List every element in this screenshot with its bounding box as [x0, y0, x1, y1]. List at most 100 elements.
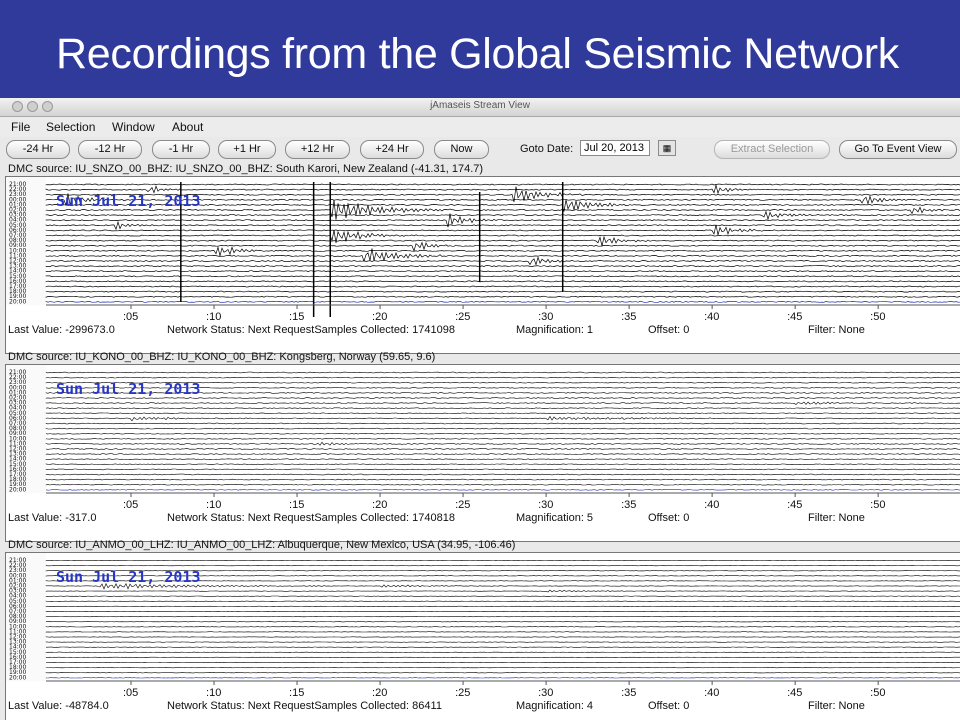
trace-line [45, 478, 960, 481]
status-bar: Last Value: -48784.0 Network Status: Nex… [0, 700, 960, 716]
trace-line [45, 285, 960, 288]
minute-tick-label: :15 [289, 687, 304, 699]
trace-line [45, 290, 960, 293]
window-titlebar: jAmaseis Stream View [0, 98, 960, 117]
status-bar: Last Value: -299673.0 Network Status: Ne… [0, 324, 960, 340]
seismogram-panel-snzo: DMC source: IU_SNZO_00_BHZ: IU_SNZO_00_B… [0, 163, 960, 354]
minute-tick-label: :05 [123, 311, 138, 323]
plot-date-label: Sun Jul 21, 2013 [56, 380, 201, 398]
minute-tick-label: :20 [372, 499, 387, 511]
minute-tick-label: :25 [455, 499, 470, 511]
last-value-status: Last Value: -299673.0 [8, 324, 115, 336]
minute-tick-label: :15 [289, 311, 304, 323]
minute-tick-label: :05 [123, 499, 138, 511]
trace-line [45, 489, 960, 491]
menu-selection[interactable]: Selection [46, 120, 95, 134]
plus-24-hr-button[interactable]: +24 Hr [360, 140, 424, 159]
minute-tick-label: :35 [621, 311, 636, 323]
network-status: Network Status: Next RequestSamples Coll… [167, 700, 442, 712]
filter-status: Filter: None [808, 512, 865, 524]
trace-line [45, 210, 960, 221]
trace-line [45, 401, 960, 405]
trace-line [45, 224, 960, 236]
minute-tick-label: :35 [621, 687, 636, 699]
trace-line [45, 412, 960, 415]
minute-tick-label: :40 [704, 499, 719, 511]
hour-tick-label: 20:00 [9, 486, 26, 493]
trace-line [45, 463, 960, 466]
minute-tick-label: :30 [538, 687, 553, 699]
trace-line [45, 248, 960, 263]
minus-24-hr-button[interactable]: -24 Hr [6, 140, 70, 159]
network-status: Network Status: Next RequestSamples Coll… [167, 512, 455, 524]
trace-line [45, 415, 960, 422]
minute-tick-label: :05 [123, 687, 138, 699]
trace-line [45, 427, 960, 430]
trace-line [45, 589, 960, 593]
hour-tick-label: 20:00 [9, 674, 26, 681]
trace-line [45, 376, 960, 379]
magnification-status: Magnification: 1 [516, 324, 594, 336]
hour-tick-label: 20:00 [9, 298, 26, 305]
helicorder-plot[interactable]: 21:00 22:00 23:00 00:00 01:00 02:00 03:00 04:00… [5, 552, 960, 720]
minute-tick-label: :30 [538, 499, 553, 511]
slide-title: Recordings from the Global Seismic Netwo… [56, 30, 899, 78]
trace-line [45, 473, 960, 476]
trace-line [45, 483, 960, 486]
offset-status: Offset: 0 [648, 324, 690, 336]
trace-line [45, 241, 960, 253]
minus-12-hr-button[interactable]: -12 Hr [78, 140, 142, 159]
minute-tick-label: :15 [289, 499, 304, 511]
trace-line [45, 448, 960, 450]
minute-tick-label: :50 [870, 687, 885, 699]
panel-source-header: DMC source: IU_SNZO_00_BHZ: IU_SNZO_00_B… [8, 163, 484, 175]
minute-tick-label: :30 [538, 311, 553, 323]
extract-selection-button[interactable]: Extract Selection [714, 140, 830, 159]
trace-line [45, 458, 960, 460]
trace-line [45, 295, 960, 298]
stream-view-window: jAmaseis Stream View File Selection Wind… [0, 98, 960, 720]
network-status: Network Status: Next RequestSamples Coll… [167, 324, 455, 336]
goto-date-input[interactable] [580, 140, 650, 156]
trace-line [45, 183, 960, 186]
panel-source-header: DMC source: IU_KONO_00_BHZ: IU_KONO_00_B… [8, 351, 436, 363]
last-value-status: Last Value: -48784.0 [8, 700, 109, 712]
minute-tick-label: :35 [621, 499, 636, 511]
trace-line [45, 280, 960, 283]
trace-line [45, 407, 960, 409]
menu-window[interactable]: Window [112, 120, 155, 134]
trace-line [45, 453, 960, 455]
plus-12-hr-button[interactable]: +12 Hr [285, 140, 350, 159]
minus-1-hr-button[interactable]: -1 Hr [152, 140, 210, 159]
minute-tick-label: :25 [455, 687, 470, 699]
trace-line [45, 235, 960, 247]
minute-tick-label: :50 [870, 499, 885, 511]
minute-tick-label: :45 [787, 311, 802, 323]
trace-line [45, 422, 960, 425]
minute-tick-label: :25 [455, 311, 470, 323]
magnification-status: Magnification: 4 [516, 700, 594, 712]
plot-date-label: Sun Jul 21, 2013 [56, 192, 201, 210]
window-title: jAmaseis Stream View [430, 100, 530, 111]
go-to-event-view-button[interactable]: Go To Event View [839, 140, 957, 159]
trace-line [45, 432, 960, 435]
menu-file[interactable]: File [11, 120, 30, 134]
trace-line [45, 270, 960, 273]
toolbar: -24 Hr -12 Hr -1 Hr +1 Hr +12 Hr +24 Hr … [0, 138, 960, 162]
seismogram-panel-anmo: DMC source: IU_ANMO_00_LHZ: IU_ANMO_00_L… [0, 539, 960, 720]
plus-1-hr-button[interactable]: +1 Hr [218, 140, 276, 159]
trace-line [45, 265, 960, 267]
minute-tick-label: :40 [704, 687, 719, 699]
minute-tick-label: :40 [704, 311, 719, 323]
now-button[interactable]: Now [434, 140, 489, 159]
minute-tick-label: :50 [870, 311, 885, 323]
minute-tick-label: :10 [206, 311, 221, 323]
minute-tick-label: :10 [206, 687, 221, 699]
offset-status: Offset: 0 [648, 512, 690, 524]
filter-status: Filter: None [808, 700, 865, 712]
calendar-icon[interactable]: ▦ [658, 140, 676, 156]
trace-line [45, 441, 960, 446]
trace-line [45, 300, 960, 303]
menu-about[interactable]: About [172, 120, 203, 134]
trace-line [45, 468, 960, 471]
